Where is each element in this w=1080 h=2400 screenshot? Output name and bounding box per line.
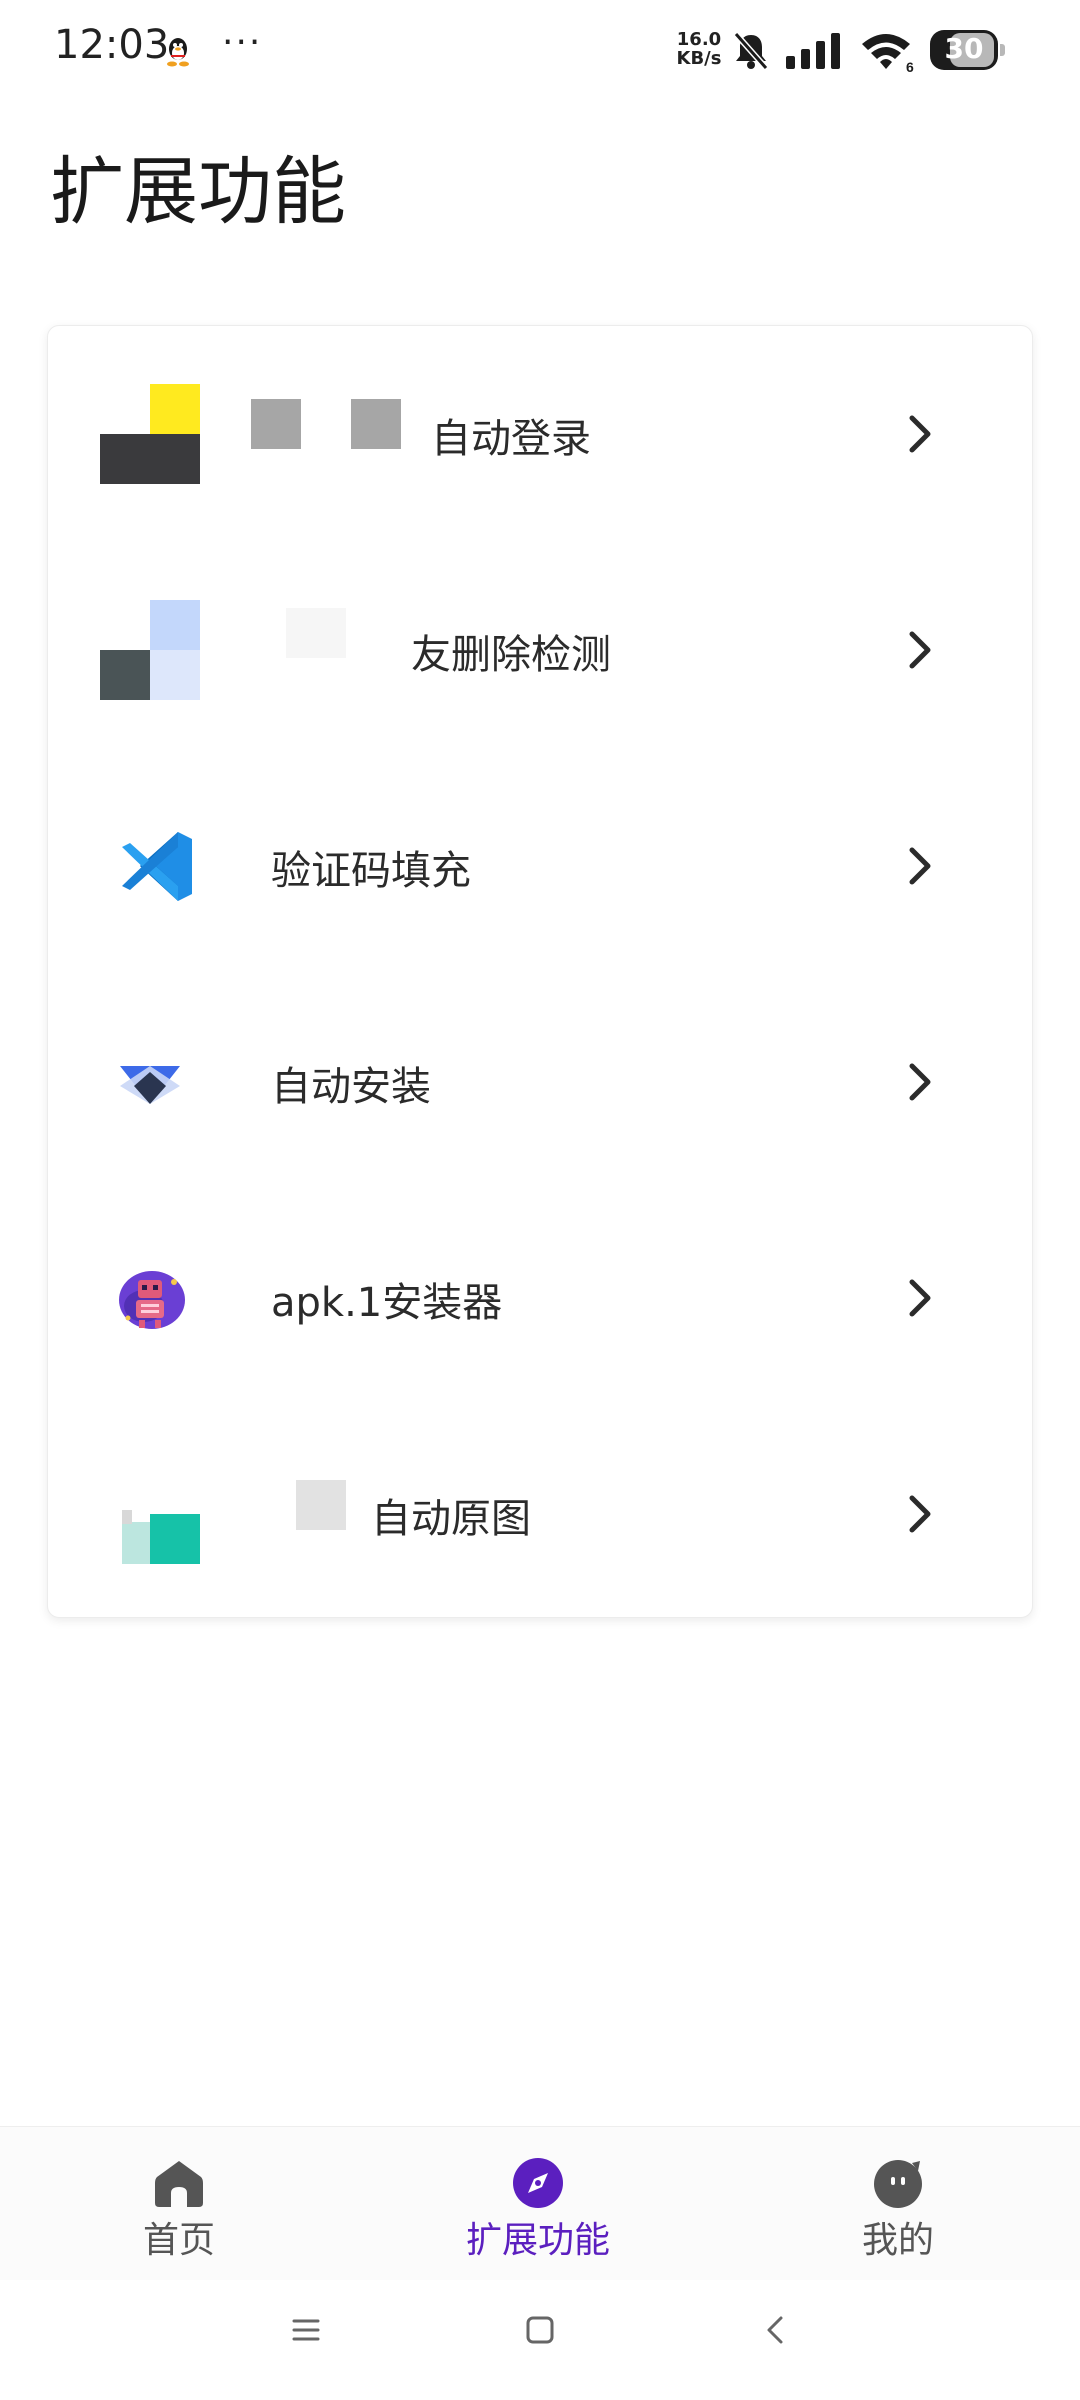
nav-tab-me[interactable]: 我的	[798, 2127, 998, 2281]
feature-row-friend-delete-detect[interactable]: 友删除检测	[48, 542, 1032, 758]
feature-row-auto-original-image[interactable]: 自动原图	[48, 1406, 1032, 1622]
network-speed-unit: KB/s	[676, 48, 722, 69]
signal-icon	[786, 33, 840, 69]
feature-list-card: 自动登录 友删除检测 验证码填充 自动安装 apk.1安装器 自动原图	[47, 325, 1033, 1618]
feature-label: 验证码填充	[271, 848, 471, 894]
chevron-right-icon	[909, 1495, 931, 1533]
battery-icon: 30	[930, 30, 998, 70]
system-navigation-bar	[0, 2280, 1080, 2400]
redacted-text-block	[286, 608, 346, 658]
chevron-right-icon	[909, 415, 931, 453]
redacted-text-block	[251, 399, 301, 449]
nav-tab-home[interactable]: 首页	[79, 2127, 279, 2281]
redacted-text-block	[296, 1480, 346, 1530]
home-square-icon[interactable]	[520, 2310, 560, 2350]
feature-row-auto-login[interactable]: 自动登录	[48, 326, 1032, 542]
nav-tab-extensions[interactable]: 扩展功能	[438, 2127, 638, 2281]
bottom-navigation: 首页 扩展功能 我的	[0, 2126, 1080, 2281]
feature-label: apk.1安装器	[271, 1280, 503, 1326]
triangle-install-icon	[120, 1066, 180, 1104]
network-speed-value: 16.0	[676, 29, 722, 50]
wifi-generation: 6	[906, 59, 914, 74]
robot-installer-icon	[119, 1271, 185, 1329]
feature-label: 自动登录	[431, 416, 591, 462]
chevron-right-icon	[909, 847, 931, 885]
feature-row-captcha-fill[interactable]: 验证码填充	[48, 758, 1032, 974]
home-icon	[155, 2161, 203, 2207]
nav-label: 首页	[142, 2220, 215, 2261]
nav-label: 我的	[861, 2220, 934, 2261]
feature-row-auto-install[interactable]: 自动安装	[48, 974, 1032, 1190]
vscode-style-icon	[122, 832, 192, 901]
more-notifications-indicator: ···	[222, 22, 263, 63]
redacted-app-icon	[100, 600, 200, 700]
back-icon[interactable]	[756, 2310, 796, 2350]
feature-label: 友删除检测	[411, 632, 611, 678]
redacted-app-icon	[122, 1510, 200, 1564]
feature-label: 自动原图	[371, 1496, 531, 1542]
battery-level: 30	[944, 32, 984, 65]
bell-off-icon	[733, 32, 769, 70]
network-speed: 16.0 KB/s	[672, 30, 726, 68]
nav-label: 扩展功能	[465, 2220, 610, 2261]
status-time: 12:03	[54, 22, 170, 68]
redacted-text-block	[351, 399, 401, 449]
chevron-right-icon	[909, 631, 931, 669]
battery-tip	[1000, 44, 1005, 56]
redacted-app-icon	[100, 384, 200, 484]
menu-icon[interactable]	[286, 2310, 326, 2350]
qq-penguin-icon	[167, 38, 189, 67]
page-title: 扩展功能	[50, 149, 346, 235]
chevron-right-icon	[909, 1279, 931, 1317]
feature-row-apk-installer[interactable]: apk.1安装器	[48, 1190, 1032, 1406]
chevron-right-icon	[909, 1063, 931, 1101]
compass-icon	[513, 2158, 563, 2208]
profile-icon	[874, 2160, 922, 2208]
wifi-icon: 6	[862, 34, 914, 74]
status-bar: 12:03 ··· 16.0 KB/s 6 30	[0, 0, 1080, 104]
feature-label: 自动安装	[271, 1064, 431, 1110]
